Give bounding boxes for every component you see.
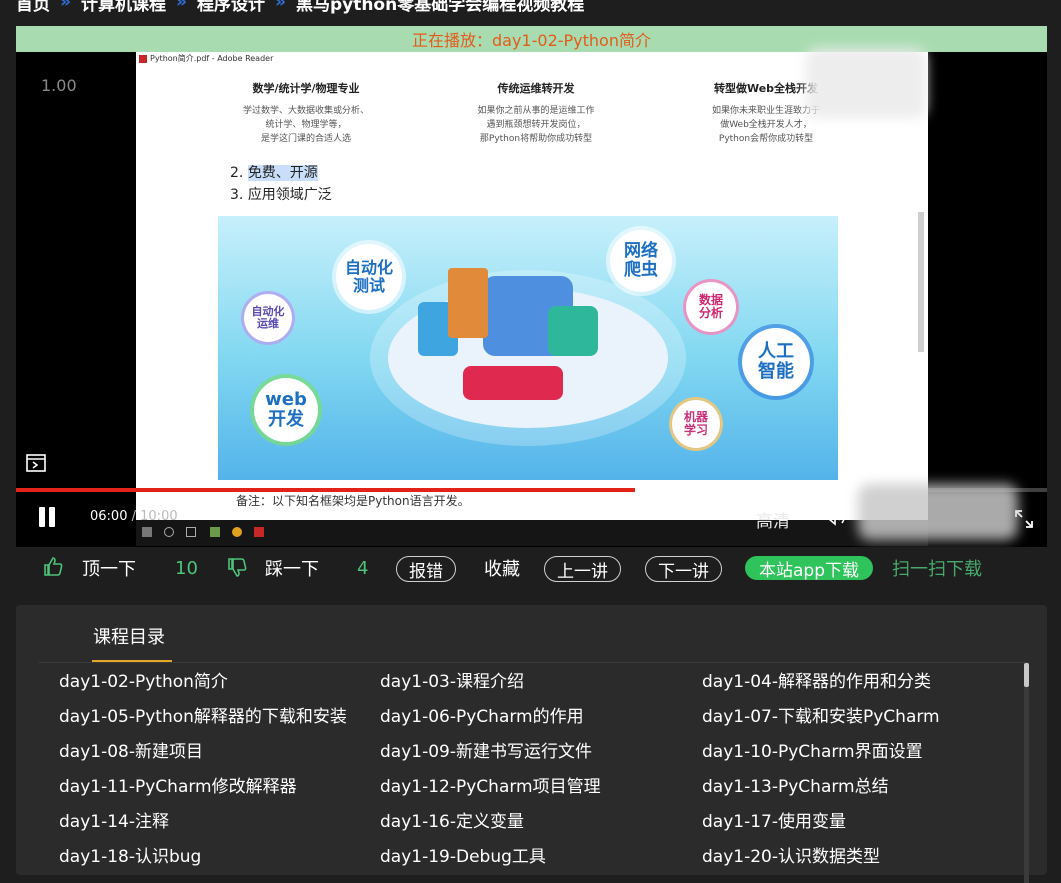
- action-bar: 顶一下 10 踩一下 4 报错 收藏 上一讲 下一讲 本站app下载 扫一扫下载: [40, 554, 1050, 584]
- blurred-watermark: [806, 48, 926, 118]
- course-item[interactable]: day1-14-注释: [59, 807, 169, 832]
- course-item[interactable]: day1-07-下载和安装PyCharm: [702, 702, 940, 727]
- video-column-desc: 如果你之前从事的是运维工作 遇到瓶颈想转开发岗位， 那Python将帮助你成功转…: [477, 106, 595, 144]
- video-column-desc: 学过数学、大数据收集或分析、 统计学、物理学等， 是学这门课的合适人选: [242, 106, 369, 144]
- bubble-automated-testing: 自动化 测试: [336, 244, 402, 310]
- course-item[interactable]: day1-10-PyCharm界面设置: [702, 737, 923, 762]
- catalog-divider: [38, 662, 1028, 663]
- course-item[interactable]: day1-06-PyCharm的作用: [380, 702, 584, 727]
- prev-lesson-button[interactable]: 上一讲: [544, 556, 621, 582]
- breadcrumb: 首页 » 计算机课程 » 程序设计 » 黑马python零基础学会编程视频教程: [16, 0, 585, 15]
- volume-icon[interactable]: [821, 504, 851, 528]
- video-note: 备注：以下知名框架均是Python语言开发。: [236, 494, 470, 508]
- bubble-web-crawler: 网络 爬虫: [610, 230, 672, 292]
- platform-red-block: [463, 366, 563, 400]
- thumbs-up-icon[interactable]: [42, 556, 64, 578]
- windows-icon: [142, 527, 152, 537]
- python-applications-illustration: 自动化 测试 自动化 运维 web 开发 网络 爬虫 数据 分析 人工 智能 机…: [218, 216, 838, 480]
- pause-bar: [39, 507, 45, 527]
- platform-orange-block: [448, 268, 488, 338]
- app-icon: [210, 527, 220, 537]
- point-number: 3.: [230, 187, 244, 203]
- blurred-watermark: [858, 484, 1018, 540]
- point-number: 2.: [230, 165, 244, 181]
- acrobat-icon: [254, 527, 264, 537]
- like-label[interactable]: 顶一下: [82, 554, 136, 582]
- course-item[interactable]: day1-12-PyCharm项目管理: [380, 772, 601, 797]
- video-column-heading: 数学/统计学/物理专业: [252, 82, 360, 95]
- thumbs-down-icon[interactable]: [226, 556, 248, 578]
- video-player[interactable]: 正在播放：day1-02-Python简介 1.00 Python简介.pdf …: [16, 26, 1047, 547]
- video-point: 2. 免费、开源: [230, 162, 332, 184]
- playback-speed[interactable]: 1.00: [41, 76, 77, 95]
- video-point: 3. 应用领域广泛: [230, 184, 332, 206]
- course-item[interactable]: day1-11-PyCharm修改解释器: [59, 772, 297, 797]
- dislike-count: 4: [357, 557, 369, 579]
- catalog-tab-underline: [92, 660, 172, 662]
- course-item[interactable]: day1-02-Python简介: [59, 667, 228, 692]
- breadcrumb-separator: »: [274, 0, 286, 12]
- course-item[interactable]: day1-08-新建项目: [59, 737, 203, 762]
- time-separator: /: [131, 509, 136, 524]
- search-icon: [164, 527, 174, 537]
- course-catalog: 课程目录 day1-02-Python简介 day1-03-课程介绍 day1-04…: [16, 605, 1047, 883]
- point-text: 免费、开源: [247, 165, 318, 181]
- chrome-icon: [232, 527, 242, 537]
- bubble-data-analysis: 数据 分析: [686, 282, 736, 332]
- favorite-button[interactable]: 收藏: [484, 554, 520, 582]
- pause-bar: [49, 507, 55, 527]
- breadcrumb-separator: »: [60, 0, 71, 12]
- pdf-scrollbar: [918, 212, 924, 352]
- breadcrumb-separator: »: [175, 0, 187, 12]
- course-item[interactable]: day1-04-解释器的作用和分类: [702, 667, 931, 692]
- pause-button[interactable]: [36, 506, 58, 528]
- bubble-automated-ops: 自动化 运维: [244, 294, 292, 342]
- course-item[interactable]: day1-16-定义变量: [380, 807, 524, 832]
- course-item[interactable]: day1-09-新建书写运行文件: [380, 737, 592, 762]
- breadcrumb-home[interactable]: 首页: [16, 0, 50, 15]
- course-item[interactable]: day1-05-Python解释器的下载和安装: [59, 702, 347, 727]
- point-text: 应用领域广泛: [247, 187, 332, 203]
- platform-green-block: [548, 306, 598, 356]
- video-column-2: 传统运维转开发 如果你之前从事的是运维工作 遇到瓶颈想转开发岗位， 那Pytho…: [446, 80, 626, 146]
- progress-played: [16, 488, 635, 492]
- breadcrumb-computer-courses[interactable]: 计算机课程: [81, 0, 166, 15]
- catalog-scrollbar[interactable]: [1024, 663, 1029, 883]
- breadcrumb-programming[interactable]: 程序设计: [197, 0, 265, 15]
- like-count: 10: [175, 557, 198, 579]
- bubble-machine-learning: 机器 学习: [672, 400, 720, 448]
- app-download-button[interactable]: 本站app下载: [745, 556, 873, 581]
- bubble-web-dev: web 开发: [254, 378, 318, 442]
- video-column-1: 数学/统计学/物理专业 学过数学、大数据收集或分析、 统计学、物理学等， 是学这…: [216, 80, 396, 146]
- task-view-icon: [186, 527, 196, 537]
- video-frame[interactable]: Python简介.pdf - Adobe Reader 数学/统计学/物理专业 …: [136, 52, 928, 520]
- dislike-label[interactable]: 踩一下: [265, 554, 319, 582]
- scrollbar-thumb[interactable]: [1024, 663, 1029, 687]
- video-taskbar: [136, 520, 928, 546]
- next-lesson-button[interactable]: 下一讲: [645, 556, 722, 582]
- course-item[interactable]: day1-13-PyCharm总结: [702, 772, 889, 797]
- current-time: 06:00: [90, 509, 128, 524]
- video-points-list: 2. 免费、开源 3. 应用领域广泛: [230, 162, 332, 206]
- bubble-ai: 人工 智能: [742, 328, 810, 396]
- report-error-button[interactable]: 报错: [396, 556, 456, 582]
- playlist-icon[interactable]: [25, 452, 47, 474]
- catalog-tab[interactable]: 课程目录: [93, 623, 165, 649]
- video-column-heading: 传统运维转开发: [497, 82, 575, 95]
- time-display: 06:00 / 10:00: [90, 509, 178, 524]
- course-item[interactable]: day1-17-使用变量: [702, 807, 846, 832]
- course-item[interactable]: day1-03-课程介绍: [380, 667, 524, 692]
- breadcrumb-course-title: 黑马python零基础学会编程视频教程: [295, 0, 585, 15]
- duration: 10:00: [140, 509, 178, 524]
- scan-download-link[interactable]: 扫一扫下载: [892, 554, 982, 582]
- quality-button[interactable]: 高清: [756, 507, 790, 532]
